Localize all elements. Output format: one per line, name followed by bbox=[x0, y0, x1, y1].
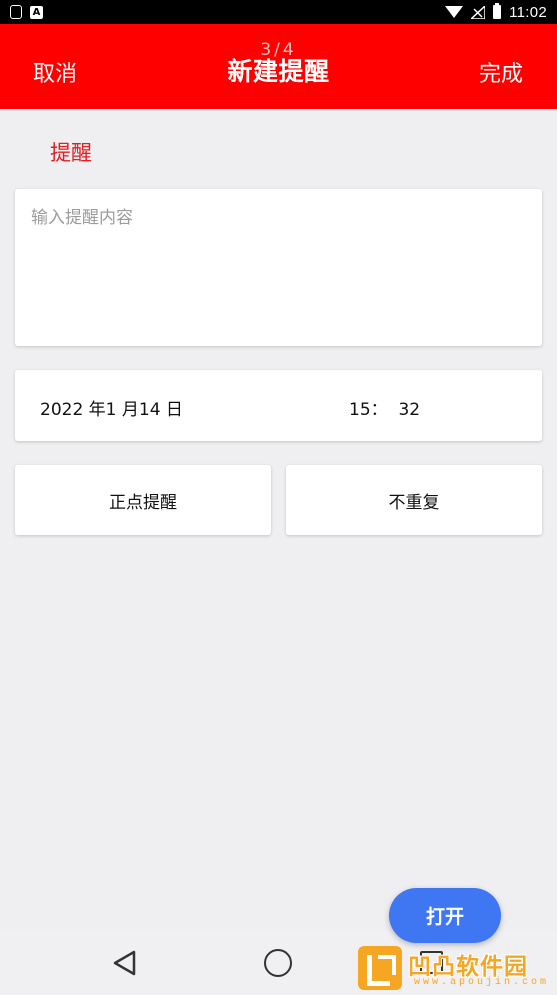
wifi-icon bbox=[445, 6, 464, 18]
cancel-button[interactable]: 取消 bbox=[33, 56, 77, 88]
alert-option-button[interactable]: 正点提醒 bbox=[15, 465, 271, 535]
page-title: 新建提醒 bbox=[227, 57, 330, 86]
repeat-option-button[interactable]: 不重复 bbox=[286, 465, 542, 535]
app-header: 3/4 新建提醒 取消 完成 bbox=[0, 24, 557, 109]
recents-square-icon[interactable] bbox=[420, 951, 443, 974]
a-badge-icon: A bbox=[30, 5, 43, 19]
status-time: 11:02 bbox=[509, 3, 547, 21]
time-picker[interactable]: 15： 32 bbox=[349, 395, 420, 420]
date-picker[interactable]: 2022 年1 月14 日 bbox=[40, 395, 183, 420]
home-circle-icon[interactable] bbox=[264, 949, 292, 977]
back-triangle-icon[interactable] bbox=[112, 950, 138, 976]
clipboard-icon bbox=[10, 5, 22, 19]
signal-icon bbox=[471, 5, 486, 19]
open-button[interactable]: 打开 bbox=[389, 888, 501, 943]
status-left: A bbox=[10, 5, 43, 19]
status-right: 11:02 bbox=[445, 3, 547, 21]
section-label-reminder: 提醒 bbox=[50, 141, 92, 165]
done-button[interactable]: 完成 bbox=[479, 56, 523, 88]
datetime-card: 2022 年1 月14 日 15： 32 bbox=[15, 370, 542, 441]
reminder-content-input[interactable] bbox=[31, 203, 526, 332]
status-bar: A 11:02 bbox=[0, 0, 557, 24]
battery-icon bbox=[493, 3, 502, 19]
alert-option-label: 正点提醒 bbox=[109, 492, 177, 513]
reminder-content-card bbox=[15, 189, 542, 346]
repeat-option-label: 不重复 bbox=[388, 492, 440, 513]
